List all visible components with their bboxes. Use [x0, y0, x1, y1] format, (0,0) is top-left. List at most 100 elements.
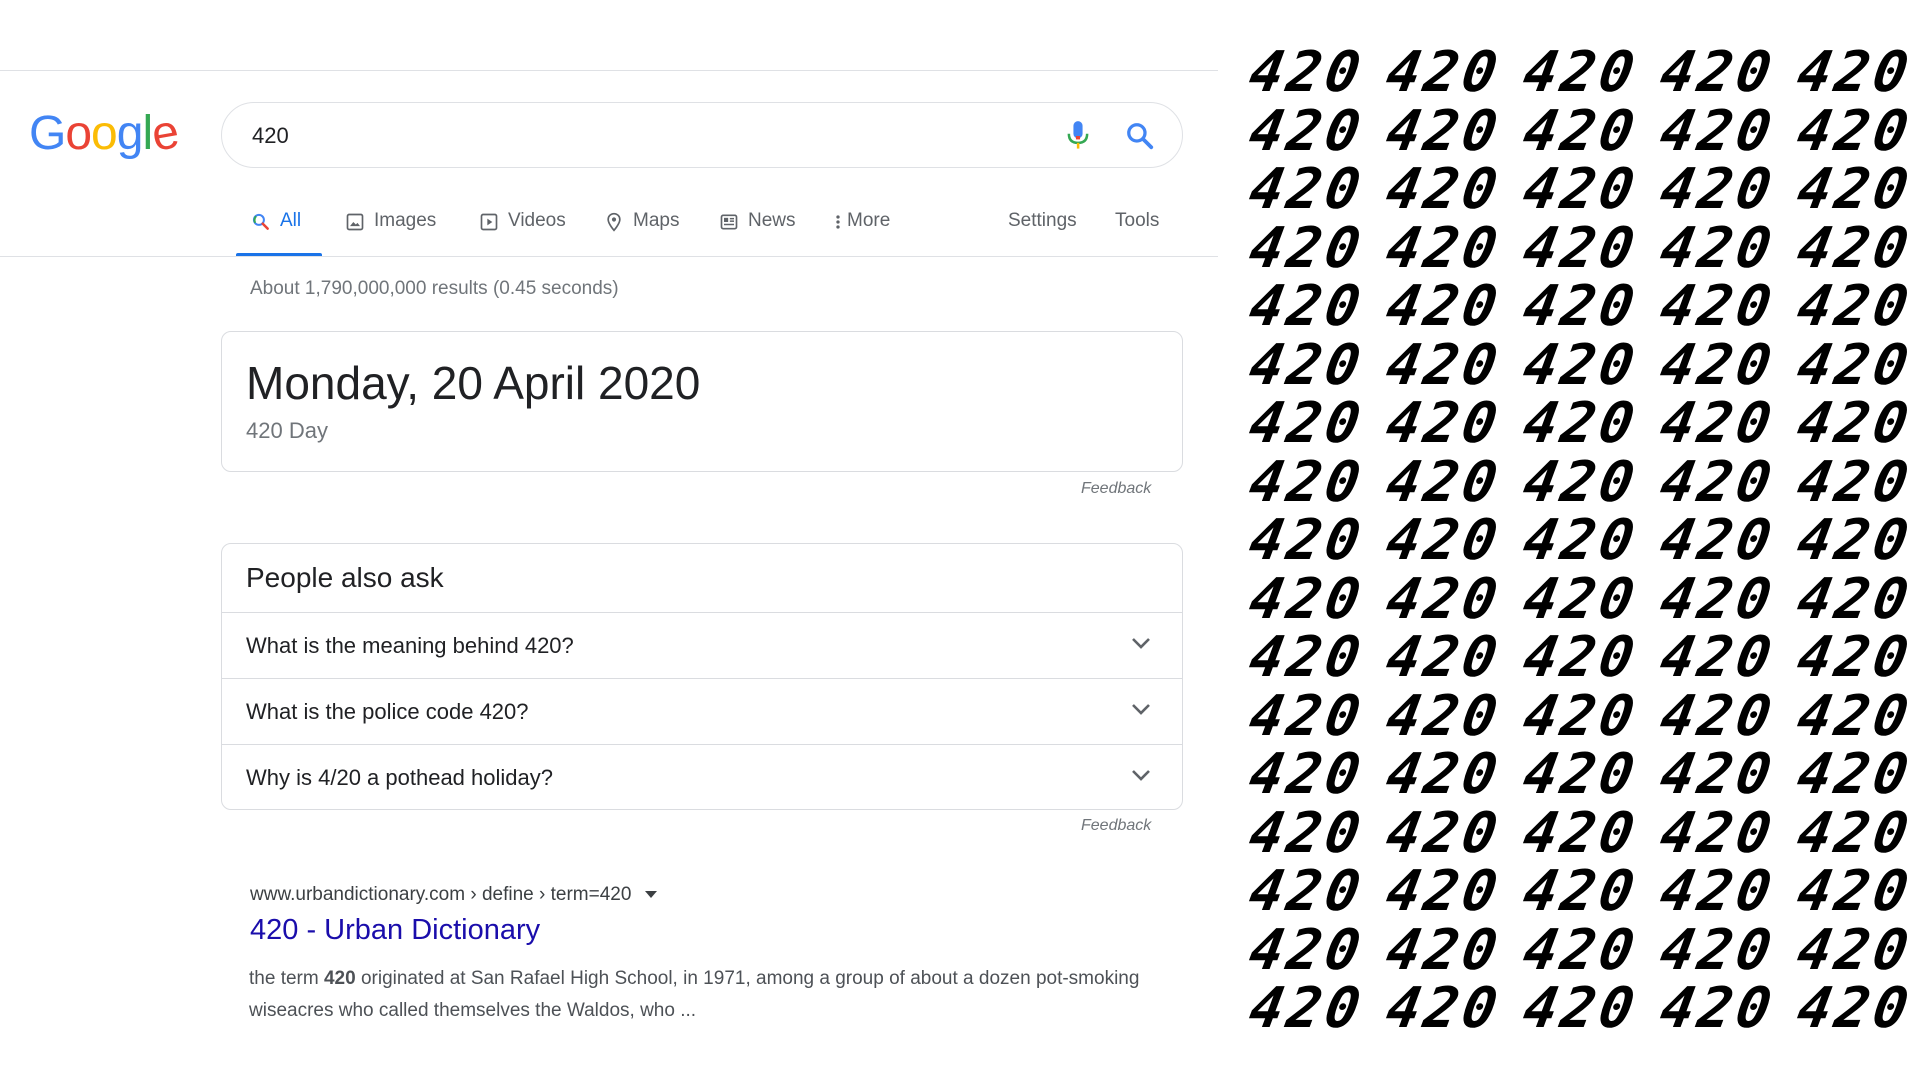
- pattern-420-text: 420: [1381, 98, 1506, 164]
- pattern-420-text: 420: [1518, 508, 1643, 573]
- pattern-420-text: 420: [1518, 976, 1643, 1041]
- pattern-420-text: 420: [1244, 859, 1369, 924]
- pattern-420-text: 420: [1655, 391, 1780, 456]
- snippet-pre: the term: [249, 968, 324, 989]
- pattern-420-text: 420: [1792, 98, 1917, 164]
- pattern-420-text: 420: [1518, 40, 1643, 105]
- pattern-420-text: 420: [1655, 332, 1780, 398]
- result-title-link[interactable]: 420 - Urban Dictionary: [250, 914, 540, 947]
- pattern-420-text: 420: [1244, 98, 1369, 164]
- caret-down-icon[interactable]: [645, 891, 658, 899]
- search-input[interactable]: [250, 119, 1034, 153]
- pattern-420-text: 420: [1518, 215, 1643, 281]
- date-answer-card: Monday, 20 April 2020 420 Day: [221, 331, 1183, 472]
- microphone-icon[interactable]: [1064, 120, 1092, 152]
- chevron-down-icon: [1132, 770, 1150, 781]
- people-also-ask-card: People also ask What is the meaning behi…: [221, 543, 1183, 810]
- tab-more[interactable]: More: [833, 210, 890, 256]
- search-icon[interactable]: [1125, 121, 1155, 151]
- paa-question-3[interactable]: Why is 4/20 a pothead holiday?: [222, 744, 1182, 810]
- news-icon: [720, 214, 738, 230]
- logo-letter-o2: o: [91, 107, 118, 160]
- tab-maps-label: Maps: [633, 210, 680, 231]
- pattern-420-text: 420: [1518, 859, 1643, 924]
- logo-letter-g2: g: [116, 107, 144, 160]
- tab-videos-label: Videos: [508, 210, 566, 231]
- pattern-420-text: 420: [1518, 274, 1643, 339]
- search-results-page: Google All Images: [0, 0, 1218, 1080]
- pattern-420-text: 420: [1381, 274, 1506, 339]
- tab-videos[interactable]: Videos: [479, 210, 566, 256]
- pattern-420-text: 420: [1655, 566, 1780, 632]
- pattern-420-text: 420: [1518, 391, 1643, 456]
- pattern-420-text: 420: [1518, 800, 1643, 866]
- pattern-420-text: 420: [1244, 157, 1369, 222]
- pattern-420-text: 420: [1518, 683, 1643, 749]
- tab-news[interactable]: News: [719, 210, 796, 256]
- result-url[interactable]: www.urbandictionary.com › define › term=…: [250, 884, 658, 906]
- image-icon: [346, 213, 364, 231]
- pattern-420-text: 420: [1792, 40, 1917, 105]
- pattern-420-text: 420: [1518, 332, 1643, 398]
- pattern-420-text: 420: [1655, 215, 1780, 281]
- pattern-420-text: 420: [1244, 508, 1369, 573]
- pattern-420-text: 420: [1381, 625, 1506, 690]
- snippet-post: originated at San Rafael High School, in…: [249, 968, 1140, 1021]
- pattern-420-text: 420: [1655, 157, 1780, 222]
- pattern-420-text: 420: [1381, 917, 1506, 983]
- chevron-down-icon: [1132, 638, 1150, 649]
- tab-images[interactable]: Images: [345, 210, 436, 256]
- paa-question-text: What is the police code 420?: [246, 699, 529, 724]
- pattern-420-text: 420: [1244, 742, 1369, 807]
- pattern-420-text: 420: [1792, 976, 1917, 1041]
- pattern-420-text: 420: [1792, 449, 1917, 515]
- pattern-420-text: 420: [1792, 508, 1917, 573]
- search-box[interactable]: [221, 102, 1183, 168]
- pattern-420-text: 420: [1792, 742, 1917, 807]
- pattern-420-text: 420: [1381, 742, 1506, 807]
- tab-maps[interactable]: Maps: [604, 210, 679, 256]
- paa-question-1[interactable]: What is the meaning behind 420?: [222, 612, 1182, 678]
- tab-all[interactable]: All: [251, 210, 301, 256]
- pattern-420-text: 420: [1792, 274, 1917, 339]
- tab-images-label: Images: [374, 210, 437, 231]
- tab-more-label: More: [847, 210, 891, 231]
- settings-link[interactable]: Settings: [1008, 210, 1077, 232]
- pattern-420-text: 420: [1381, 157, 1506, 222]
- pattern-420-text: 420: [1518, 917, 1643, 983]
- pattern-420-text: 420: [1518, 98, 1643, 164]
- pattern-420-text: 420: [1792, 859, 1917, 924]
- paa-question-2[interactable]: What is the police code 420?: [222, 678, 1182, 744]
- pattern-420-text: 420: [1792, 332, 1917, 398]
- pattern-420-text: 420: [1244, 391, 1369, 456]
- pattern-420-text: 420: [1792, 683, 1917, 749]
- pattern-420-text: 420: [1655, 449, 1780, 515]
- answer-subtitle: 420 Day: [246, 418, 328, 443]
- feedback-link-answer[interactable]: Feedback: [1081, 480, 1151, 498]
- paa-question-text: Why is 4/20 a pothead holiday?: [246, 765, 553, 790]
- more-vert-icon: [836, 215, 840, 229]
- logo-letter-g: G: [29, 107, 66, 160]
- google-logo[interactable]: Google: [29, 105, 182, 162]
- tools-link[interactable]: Tools: [1115, 210, 1159, 232]
- tabs-divider: [0, 256, 1218, 257]
- pattern-420-text: 420: [1244, 40, 1369, 105]
- pattern-420-text: 420: [1244, 215, 1369, 281]
- paa-question-text: What is the meaning behind 420?: [246, 633, 574, 658]
- pattern-420-text: 420: [1792, 157, 1917, 222]
- pattern-420-text: 420: [1655, 683, 1780, 749]
- pattern-420-text: 420: [1381, 800, 1506, 866]
- tab-all-label: All: [280, 210, 302, 231]
- pattern-420-text: 420: [1381, 391, 1506, 456]
- pattern-420-text: 420: [1381, 859, 1506, 924]
- pattern-420-text: 420: [1381, 215, 1506, 281]
- pattern-420-text: 420: [1381, 683, 1506, 749]
- pattern-420-text: 420: [1655, 274, 1780, 339]
- result-snippet: the term 420 originated at San Rafael Hi…: [249, 963, 1169, 1027]
- pattern-420-text: 420: [1244, 976, 1369, 1041]
- pattern-420-text: 420: [1792, 566, 1917, 632]
- pattern-420-text: 420: [1518, 157, 1643, 222]
- feedback-link-paa[interactable]: Feedback: [1081, 817, 1151, 835]
- pattern-420-text: 420: [1381, 508, 1506, 573]
- pattern-420-text: 420: [1655, 859, 1780, 924]
